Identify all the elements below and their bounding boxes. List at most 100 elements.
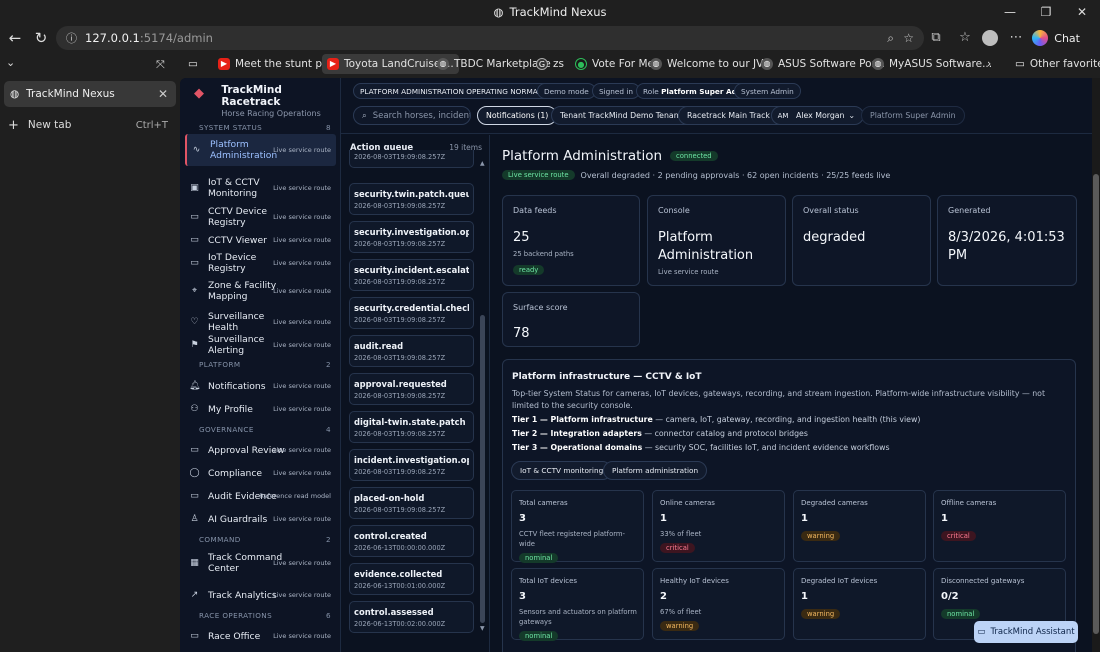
queue-item[interactable]: placed-on-hold 2026-08-03T19:09:08.257Z (349, 487, 474, 519)
favorites-icon[interactable]: ☆ (954, 27, 976, 49)
sidebar-item-5[interactable]: ⌖ Zone & Facility Mapping Live service rou… (185, 275, 336, 307)
queue-item[interactable]: security.investigation.opened.v1 2026-08-… (349, 221, 474, 253)
queue-item[interactable]: security.credential.checked.v1 2026-08-03… (349, 297, 474, 329)
queue-time: 2026-08-03T19:09:08.257Z (354, 392, 446, 400)
sidebar-item-2[interactable]: ▭ CCTV Device Registry Live service route (185, 205, 336, 229)
sidebar-item-tag: Live service route (273, 591, 331, 599)
sidebar-item-7[interactable]: ⚑ Surveillance Alerting Live service route (185, 333, 336, 357)
card-value: 8/3/2026, 4:01:53 PM (948, 230, 1065, 263)
queue-time: 2026-08-03T19:09:08.257Z (354, 468, 446, 476)
infrastructure-panel: Platform infrastructure — CCTV & IoT Top… (502, 359, 1076, 652)
search-icon: ⌕ (362, 110, 367, 121)
reload-icon[interactable]: ↻ (28, 25, 54, 51)
bookmarks-bar: ▭ ▶ Meet the stunt per... ▶ Toyota LandCru… (0, 52, 1100, 76)
other-favorites[interactable]: ▭Other favorites (1010, 54, 1100, 74)
clipboard-icon: ▭ (190, 445, 199, 455)
bookmark-7[interactable]: ◍ MyASUS Software... (867, 54, 997, 74)
page-scrollbar-thumb[interactable] (1093, 174, 1099, 634)
platform-administration-button[interactable]: Platform administration (603, 461, 708, 480)
back-icon[interactable]: ← (2, 25, 28, 51)
section-label: GOVERNANCE (199, 425, 254, 434)
action-queue: Action queue 19 items 2026-08-03T19:09:08… (342, 135, 490, 652)
sidebar-item-8[interactable]: 🔔︎ Notifications Live service route (185, 374, 336, 398)
route-badge: Live service route (502, 170, 575, 180)
queue-item[interactable]: control.created 2026-06-13T00:00:00.000Z (349, 525, 474, 557)
main-content: Platform Administration connected Live s… (491, 135, 1092, 652)
address-bar[interactable]: ⓘ 127.0.0.1:5174/admin ⌕ ☆ (56, 26, 924, 50)
grid-icon: ▦ (190, 558, 199, 568)
address-row: ← ↻ ⓘ 127.0.0.1:5174/admin ⌕ ☆ ⧉ ☆ ⋯ Cha… (0, 24, 1100, 52)
tab-trackmind-nexus[interactable]: ◍ TrackMind Nexus ✕ (4, 81, 176, 107)
sidebar-item-1[interactable]: ▣ IoT & CCTV Monitoring Live service route (185, 172, 336, 204)
iot-cctv-monitoring-button[interactable]: IoT & CCTV monitoring (511, 461, 613, 480)
notifications-button[interactable]: Notifications (1) (477, 106, 558, 125)
stat-card: Healthy IoT devices 2 67% of fleet warning (652, 568, 785, 640)
system-admin-pill: System Admin (734, 83, 801, 99)
minimize-icon[interactable]: — (992, 0, 1028, 24)
queue-time: 2026-06-13T00:02:00.000Z (354, 620, 446, 628)
extensions-icon[interactable]: ⧉ (925, 27, 947, 49)
info-icon[interactable]: ⓘ (66, 30, 77, 46)
bookmark-3[interactable]: Gzs (531, 54, 569, 74)
collapse-tabs-icon[interactable]: ⤧ (156, 58, 165, 72)
brand[interactable]: ◆ TrackMind Racetrack Horse Racing Opera… (194, 84, 340, 118)
sidebar-item-4[interactable]: ▭ IoT Device Registry Live service route (185, 251, 336, 275)
favorite-star-icon[interactable]: ☆ (903, 26, 914, 50)
queue-item[interactable]: security.incident.escalated.v1 2026-08-03… (349, 259, 474, 291)
app-viewport: ◆ TrackMind Racetrack Horse Racing Opera… (180, 78, 1092, 652)
zoom-icon[interactable]: ⌕ (887, 26, 894, 50)
queue-item[interactable]: approval.requested 2026-08-03T19:09:08.25… (349, 373, 474, 405)
device-icon: ▭ (190, 258, 199, 268)
section-count: 8 (326, 123, 331, 132)
sidebar-item-6[interactable]: ♡ Surveillance Health Live service route (185, 310, 336, 334)
tab-actions-chevron-icon[interactable]: ⌄ (6, 56, 15, 69)
queue-event: security.investigation.opened.v1 (354, 227, 469, 237)
sidebar-item-13[interactable]: ♙ AI Guardrails Live service route (185, 507, 336, 531)
queue-item[interactable]: digital-twin.state.patch 2026-08-03T19:09… (349, 411, 474, 443)
stat-title: Degraded IoT devices (801, 577, 878, 585)
queue-scrollbar[interactable] (480, 315, 485, 623)
stat-card: Degraded cameras 1 warning (793, 490, 926, 562)
nav-section-header: SYSTEM STATUS 8 (199, 123, 331, 132)
sidebar-item-11[interactable]: ◯ Compliance Live service route (185, 461, 336, 485)
sidebar-item-10[interactable]: ▭ Approval Review Live service route (185, 438, 336, 462)
queue-item[interactable]: control.assessed 2026-06-13T00:02:00.000Z (349, 601, 474, 633)
sidebar-item-12[interactable]: ▭ Audit Evidence Reference read model (185, 484, 336, 508)
sidebar-item-3[interactable]: ▭ CCTV Viewer Live service route (185, 228, 336, 252)
user-menu[interactable]: AM Alex Morgan ⌄ (771, 106, 865, 125)
sidebar-item-0[interactable]: ∿ Platform Administration Live service rou… (185, 134, 336, 166)
sidebar-item-tag: Live service route (273, 515, 331, 523)
section-label: PLATFORM (199, 360, 241, 369)
chat-bubble-icon: ▭ (977, 627, 986, 637)
page-scrollbar[interactable] (1092, 78, 1100, 652)
vertical-tab-strip: ◍ TrackMind Nexus ✕ + New tab Ctrl+T (0, 76, 180, 652)
sidebar-item-9[interactable]: ⚇ My Profile Live service route (185, 397, 336, 421)
new-tab-button[interactable]: + New tab Ctrl+T (8, 116, 172, 134)
profile-avatar-icon[interactable] (979, 27, 1001, 49)
bookmarks-toggle-icon[interactable]: ▭ (183, 54, 203, 74)
maximize-icon[interactable]: ❐ (1028, 0, 1064, 24)
scroll-up-icon[interactable]: ▲ (480, 160, 485, 167)
bookmarks-overflow-icon[interactable]: › (982, 54, 996, 74)
scroll-down-icon[interactable]: ▼ (480, 625, 485, 632)
close-window-icon[interactable]: ✕ (1064, 0, 1100, 24)
sidebar-item-tag: Live service route (273, 382, 331, 390)
copilot-chat-button[interactable]: Chat (1024, 26, 1088, 50)
video-icon: ▭ (190, 235, 199, 245)
queue-item[interactable]: audit.read 2026-08-03T19:09:08.257Z (349, 335, 474, 367)
stat-title: Healthy IoT devices (660, 577, 729, 585)
tier-1: Tier 1 — Platform infrastructure — camer… (512, 415, 921, 424)
queue-event: evidence.collected (354, 569, 443, 579)
queue-item[interactable]: security.twin.patch.queued.v1 2026-08-03T… (349, 183, 474, 215)
search-input[interactable]: ⌕Search horses, incidents, c (353, 106, 471, 125)
stat-card: Degraded IoT devices 1 warning (793, 568, 926, 640)
queue-item[interactable]: incident.investigation.opened 2026-08-03T… (349, 449, 474, 481)
queue-item[interactable]: evidence.collected 2026-06-13T00:01:00.00… (349, 563, 474, 595)
sidebar-item-15[interactable]: ↗ Track Analytics Live service route (185, 583, 336, 607)
close-tab-icon[interactable]: ✕ (158, 87, 168, 101)
card-surface-score: Surface score 78 (502, 292, 640, 347)
trackmind-assistant-button[interactable]: ▭ TrackMind Assistant (974, 621, 1078, 643)
sidebar-item-16[interactable]: ▭ Race Office Live service route (185, 624, 336, 648)
queue-item[interactable]: 2026-08-03T19:09:08.257Z (349, 150, 474, 168)
sidebar-item-14[interactable]: ▦ Track Command Center Live service route (185, 547, 336, 579)
